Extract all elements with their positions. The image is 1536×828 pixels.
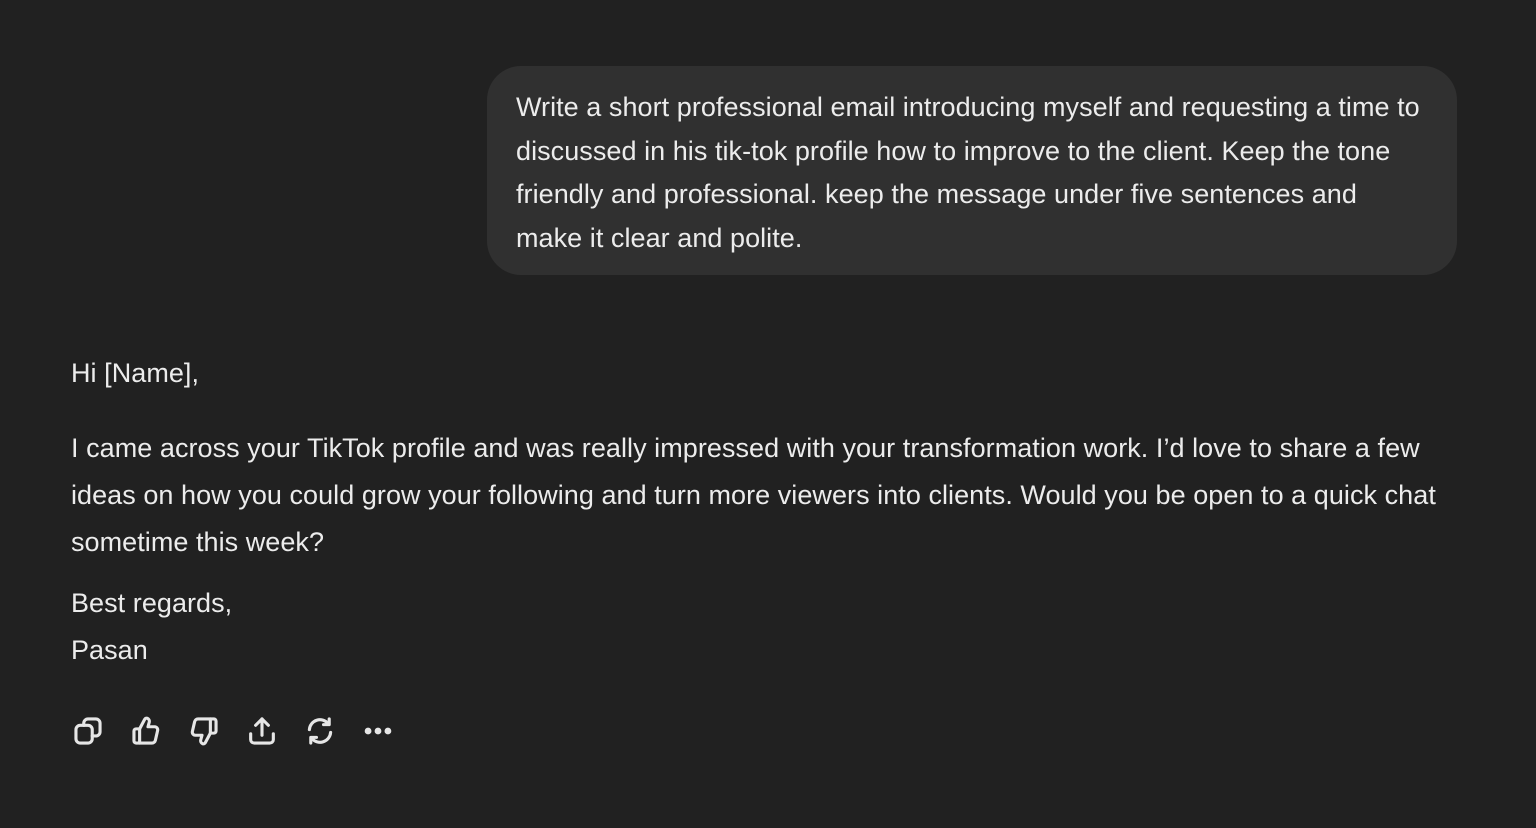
user-message-text: Write a short professional email introdu…: [516, 92, 1420, 253]
user-message-bubble: Write a short professional email introdu…: [487, 66, 1457, 275]
email-greeting: Hi [Name],: [71, 358, 200, 388]
regenerate-icon: [307, 717, 333, 745]
thumbs-up-button[interactable]: [128, 712, 164, 750]
thumbs-up-icon: [132, 716, 160, 745]
email-signature: Pasan: [71, 635, 148, 665]
thumbs-down-button[interactable]: [186, 712, 222, 750]
copy-icon: [74, 717, 102, 745]
thumbs-down-icon: [190, 717, 218, 746]
share-button[interactable]: [244, 712, 280, 750]
regenerate-button[interactable]: [302, 712, 338, 750]
message-action-bar: [70, 712, 396, 750]
assistant-message: Hi [Name], I came across your TikTok pro…: [71, 350, 1471, 674]
share-icon: [249, 717, 275, 745]
email-body: I came across your TikTok profile and wa…: [71, 433, 1436, 557]
email-closing: Best regards,: [71, 588, 233, 618]
chat-page: Write a short professional email introdu…: [0, 0, 1536, 828]
more-icon: [364, 727, 392, 735]
more-options-button[interactable]: [360, 712, 396, 750]
copy-button[interactable]: [70, 712, 106, 750]
